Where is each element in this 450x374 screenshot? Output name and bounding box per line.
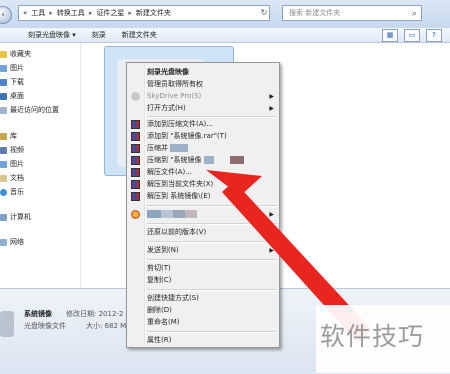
watermark: 软件技巧 <box>316 305 450 373</box>
watermark-text: 软件技巧 <box>320 322 425 351</box>
explorer-window: ‹ « 工具 ▸ 转换工具 ▸ 证件之星 ▸ 新建文件夹 ↻ 搜索 新建文件夹 … <box>0 0 450 374</box>
